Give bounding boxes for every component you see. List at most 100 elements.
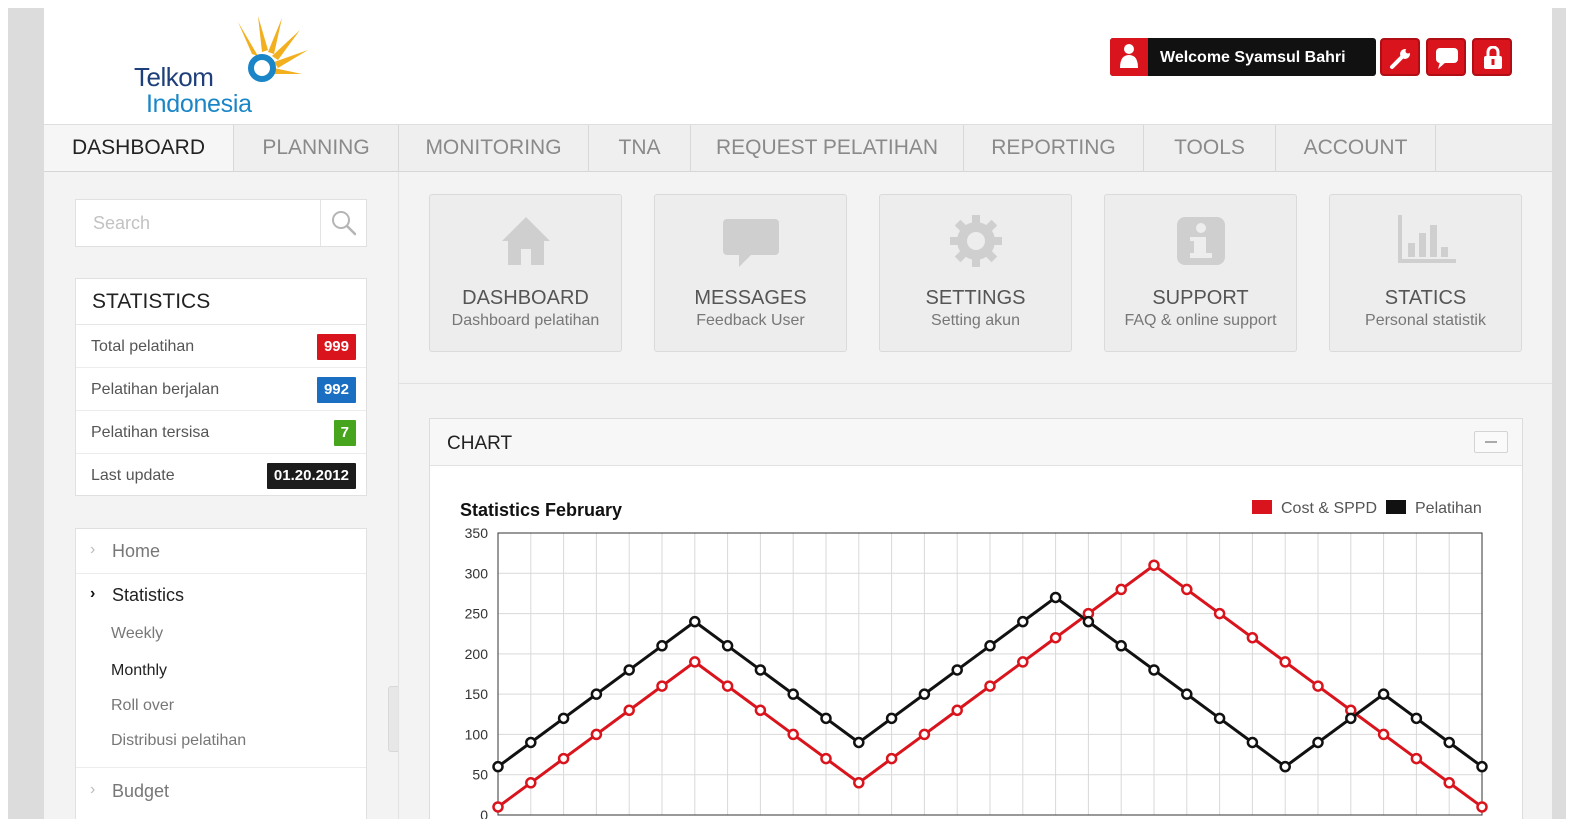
data-point <box>1443 736 1455 749</box>
data-point <box>1181 688 1193 700</box>
stat-badge-last-update: 01.20.2012 <box>266 463 356 489</box>
shortcut-tiles: DASHBOARD Dashboard pelatihan MESSAGES F… <box>399 172 1552 384</box>
data-point <box>492 801 504 813</box>
data-point <box>1443 777 1455 789</box>
search-input[interactable] <box>76 200 320 246</box>
stat-badge-total: 999 <box>316 334 356 360</box>
sidebar-item-label: Statistics <box>112 585 185 605</box>
y-tick-label: 100 <box>465 726 489 742</box>
data-point <box>1017 656 1029 668</box>
telkom-logo[interactable]: Telkom Indonesia <box>134 16 314 118</box>
messages-button[interactable] <box>1426 38 1466 76</box>
nav-reporting[interactable]: REPORTING <box>964 125 1144 171</box>
app-page: Telkom Indonesia Welcome Syamsul Bahri D… <box>44 8 1552 819</box>
search-button[interactable] <box>320 200 366 246</box>
search-box <box>75 199 367 247</box>
stat-label: Pelatihan berjalan <box>91 381 220 398</box>
data-point <box>885 712 898 725</box>
stat-row: Pelatihan berjalan 992 <box>76 368 366 411</box>
tile-subtitle: Feedback User <box>696 312 805 329</box>
collapse-button[interactable] <box>1474 431 1508 453</box>
legend-label: Pelatihan <box>1415 500 1482 517</box>
sidebar-item-label: Home <box>112 541 161 561</box>
data-point <box>1049 591 1062 604</box>
nav-tna[interactable]: TNA <box>589 125 691 171</box>
data-point <box>1410 752 1423 765</box>
data-point <box>1312 736 1324 749</box>
lock-button[interactable] <box>1472 38 1512 76</box>
submenu-distribusi-pelatihan[interactable]: Distribusi pelatihan <box>111 732 246 750</box>
stat-row: Pelatihan tersisa 7 <box>76 411 366 454</box>
sidebar-item-statistics[interactable]: › Statistics <box>76 585 366 619</box>
data-point <box>689 656 701 668</box>
data-point <box>492 760 504 773</box>
tile-title: DASHBOARD <box>462 287 589 309</box>
data-point <box>1148 559 1160 571</box>
main-nav: DASHBOARD PLANNING MONITORING TNA REQUES… <box>44 124 1552 172</box>
data-point <box>623 704 635 717</box>
stat-label: Total pelatihan <box>91 338 195 355</box>
welcome-user-badge[interactable]: Welcome Syamsul Bahri <box>1110 38 1376 76</box>
main-content: DASHBOARD Dashboard pelatihan MESSAGES F… <box>398 172 1552 819</box>
wrench-button[interactable] <box>1380 38 1420 76</box>
data-point <box>656 640 668 652</box>
data-point <box>656 680 668 692</box>
data-point <box>787 688 799 700</box>
chart-panel-header: CHART <box>430 419 1522 466</box>
bar-chart-icon <box>1398 215 1456 263</box>
stat-badge-tersisa: 7 <box>333 420 356 446</box>
tile-dashboard[interactable]: DASHBOARD Dashboard pelatihan <box>429 194 622 352</box>
nav-tools[interactable]: TOOLS <box>1144 125 1276 171</box>
tile-subtitle: Personal statistik <box>1365 312 1486 329</box>
data-point <box>787 728 799 741</box>
data-point <box>525 777 537 789</box>
logo-word-telkom: Telkom <box>134 62 214 92</box>
data-point <box>1049 631 1062 644</box>
data-point <box>820 712 832 725</box>
stat-label: Last update <box>91 467 175 484</box>
chevron-right-icon: › <box>90 585 96 602</box>
user-icon <box>1110 38 1148 76</box>
nav-planning[interactable]: PLANNING <box>234 125 399 171</box>
data-point <box>1213 712 1226 725</box>
tile-settings[interactable]: SETTINGS Setting akun <box>879 194 1072 352</box>
tile-support[interactable]: SUPPORT FAQ & online support <box>1104 194 1297 352</box>
tile-title: MESSAGES <box>694 287 807 309</box>
tile-messages[interactable]: MESSAGES Feedback User <box>654 194 847 352</box>
sidebar-menu: › Home › Statistics Weekly Monthly Roll … <box>75 528 367 819</box>
stat-label: Pelatihan tersisa <box>91 424 210 441</box>
sidebar-item-home[interactable]: › Home <box>76 541 366 575</box>
data-point <box>557 752 570 765</box>
data-point <box>1213 607 1226 620</box>
wrench-icon <box>1390 48 1411 69</box>
data-point <box>1279 760 1291 773</box>
legend-swatch <box>1386 500 1406 514</box>
data-point <box>1082 615 1095 628</box>
submenu-monthly[interactable]: Monthly <box>111 662 167 680</box>
data-point <box>820 752 832 765</box>
data-point <box>1377 688 1390 700</box>
search-icon <box>332 211 357 236</box>
data-point <box>853 736 865 749</box>
data-point <box>721 640 734 652</box>
nav-account[interactable]: ACCOUNT <box>1276 125 1436 171</box>
submenu-roll-over[interactable]: Roll over <box>111 697 174 715</box>
data-point <box>918 688 931 700</box>
data-point <box>1377 728 1390 741</box>
sidebar-item-budget[interactable]: › Budget <box>76 781 366 815</box>
nav-dashboard[interactable]: DASHBOARD <box>44 125 234 171</box>
submenu-weekly[interactable]: Weekly <box>111 625 163 643</box>
data-point <box>1312 680 1324 692</box>
y-tick-label: 350 <box>465 525 489 541</box>
nav-monitoring[interactable]: MONITORING <box>399 125 589 171</box>
gear-icon <box>950 215 1002 267</box>
data-point <box>1410 712 1423 725</box>
y-tick-label: 200 <box>465 646 489 662</box>
tile-title: SETTINGS <box>925 287 1026 309</box>
data-point <box>951 704 963 717</box>
nav-request-pelatihan[interactable]: REQUEST PELATIHAN <box>691 125 964 171</box>
sun-logo-icon <box>238 16 308 82</box>
tile-statics[interactable]: STATICS Personal statistik <box>1329 194 1522 352</box>
chevron-right-icon: › <box>90 541 96 558</box>
data-point <box>853 777 865 789</box>
